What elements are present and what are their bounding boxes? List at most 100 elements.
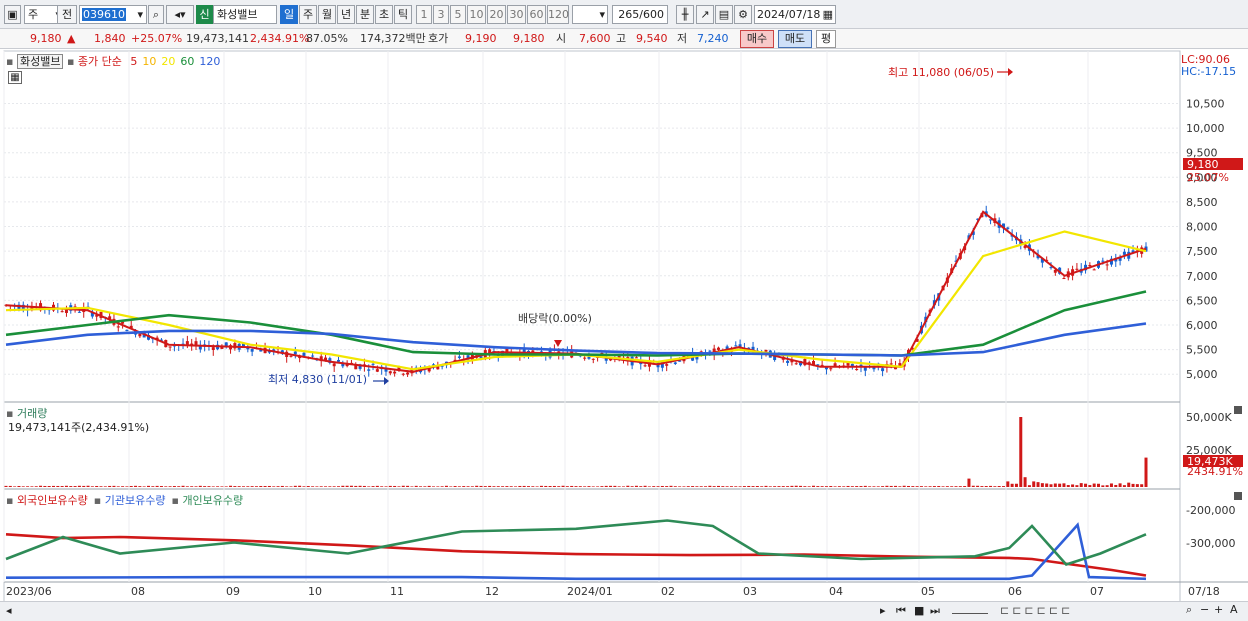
volume-bar: [134, 485, 138, 487]
volume-bar: [453, 486, 457, 487]
volume-bar: [1032, 481, 1036, 487]
stop-icon[interactable]: ■: [914, 604, 924, 617]
price-legend: ▪ 화성밸브 ▪ 종가 단순 5 10 20 60 120: [6, 54, 221, 69]
last-icon[interactable]: ⏭: [930, 604, 940, 618]
candle-body: [665, 364, 669, 366]
candle-body: [457, 356, 461, 358]
interval-input[interactable]: ▾: [572, 5, 608, 24]
stock-name-field[interactable]: 화성밸브: [213, 5, 277, 24]
zoom-out-icon[interactable]: −: [1200, 603, 1209, 616]
interval-tab-2[interactable]: 5: [450, 5, 466, 24]
trend-icon[interactable]: ↗: [696, 5, 714, 24]
holding-close-icon[interactable]: [1234, 492, 1242, 500]
avg-button[interactable]: 평: [816, 30, 836, 48]
interval-tab-6[interactable]: 60: [527, 5, 546, 24]
zoom-icon[interactable]: ⌕: [1186, 603, 1192, 617]
period-tab-5[interactable]: 초: [375, 5, 393, 24]
volume-bar: [708, 485, 712, 487]
zoom-in-icon[interactable]: +: [1214, 603, 1223, 616]
volume-bar: [1053, 483, 1057, 487]
volume-bar: [1049, 484, 1053, 487]
volume-bar: [108, 485, 112, 487]
period-tab-6[interactable]: 틱: [394, 5, 412, 24]
candle-body: [1105, 264, 1109, 266]
chart-settings-icon[interactable]: ▣: [4, 5, 21, 24]
scroll-right-icon[interactable]: ▸: [880, 604, 886, 617]
volume-bar: [531, 486, 535, 487]
volume-bar: [349, 485, 353, 487]
x-tick-label: 06: [1008, 585, 1022, 598]
volume-bar: [177, 486, 181, 487]
candle-body: [401, 373, 405, 375]
candle-body: [591, 358, 595, 360]
speaker-icon[interactable]: ◂▾: [166, 5, 194, 24]
volume-bar: [345, 485, 349, 487]
candle-icon[interactable]: ╫: [676, 5, 694, 24]
volume-bar: [773, 486, 777, 487]
calculator-icon[interactable]: ▦: [8, 71, 22, 84]
volume-bar: [518, 485, 522, 487]
candle-body: [1075, 268, 1079, 270]
volume-bar: [203, 486, 207, 487]
first-icon[interactable]: ⏮: [896, 604, 906, 618]
price-y-tick: 7,000: [1186, 270, 1218, 283]
calendar-icon[interactable]: ▦: [823, 6, 833, 23]
volume-bar: [626, 485, 630, 487]
volume-bar: [1114, 484, 1118, 487]
volume-bar: [419, 486, 423, 487]
volume-bar: [527, 486, 530, 487]
interval-tab-1[interactable]: 3: [433, 5, 449, 24]
interval-tab-4[interactable]: 20: [487, 5, 506, 24]
low-label: 저: [677, 32, 688, 45]
stock-code-input[interactable]: 039610 ▾: [79, 5, 147, 24]
volume-bar: [678, 486, 682, 487]
scroll-left-icon[interactable]: ◂: [6, 604, 12, 617]
tools-icons[interactable]: ⊏⊏⊏⊏⊏⊏: [1000, 604, 1073, 617]
count-field[interactable]: 265/600: [612, 5, 668, 24]
volume-bar: [868, 486, 872, 487]
volume-bar: [1122, 485, 1126, 487]
stock-tab[interactable]: 화성밸브: [16, 54, 64, 69]
scroll-bar[interactable]: ◂ ▸ ⏮ ■ ⏭ ⊏⊏⊏⊏⊏⊏ ⌕ − + A: [0, 601, 1248, 621]
period-tab-3[interactable]: 년: [337, 5, 355, 24]
volume-bar: [259, 485, 263, 487]
save-icon[interactable]: ▤: [715, 5, 733, 24]
volume-bar: [596, 486, 600, 487]
volume-bar: [1071, 484, 1075, 487]
search-icon[interactable]: ⌕: [148, 5, 164, 24]
volume-bar: [207, 486, 211, 487]
gear-icon[interactable]: ⚙: [734, 5, 752, 24]
volume-bar: [17, 485, 21, 487]
buy-button[interactable]: 매수: [740, 30, 774, 48]
volume-bar: [488, 485, 492, 487]
volume-bar: [833, 486, 837, 487]
zoom-slider[interactable]: [952, 604, 988, 614]
stock-chart[interactable]: 10,50010,0009,5009,0008,5008,0007,5007,0…: [0, 49, 1248, 621]
volume-bar: [1101, 485, 1105, 487]
volume-bar: [885, 485, 889, 487]
period-tab-4[interactable]: 분: [356, 5, 374, 24]
interval-tab-0[interactable]: 1: [416, 5, 432, 24]
volume-close-icon[interactable]: [1234, 406, 1242, 414]
period-tab-0[interactable]: 일: [280, 5, 298, 24]
candle-body: [60, 311, 64, 313]
volume-bar: [894, 485, 898, 487]
x-tick-label: 12: [485, 585, 499, 598]
volume-bar: [600, 486, 604, 487]
interval-tab-7[interactable]: 120: [547, 5, 569, 24]
font-size-icon[interactable]: A: [1230, 603, 1238, 616]
volume-bar: [190, 486, 194, 487]
interval-tab-5[interactable]: 30: [507, 5, 526, 24]
date-field[interactable]: 2024/07/18 ▦: [754, 5, 836, 24]
volume-bar: [1002, 486, 1005, 487]
period-tab-1[interactable]: 주: [299, 5, 317, 24]
volume-bar: [902, 485, 906, 487]
sell-button[interactable]: 매도: [778, 30, 812, 48]
prev-button[interactable]: 전: [57, 5, 77, 24]
dropdown-icon[interactable]: ▾: [137, 6, 143, 23]
volume-bar: [837, 486, 841, 487]
period-tab-2[interactable]: 월: [318, 5, 336, 24]
volume-bar: [786, 486, 790, 487]
interval-tab-3[interactable]: 10: [467, 5, 486, 24]
volume-bar: [747, 485, 751, 487]
